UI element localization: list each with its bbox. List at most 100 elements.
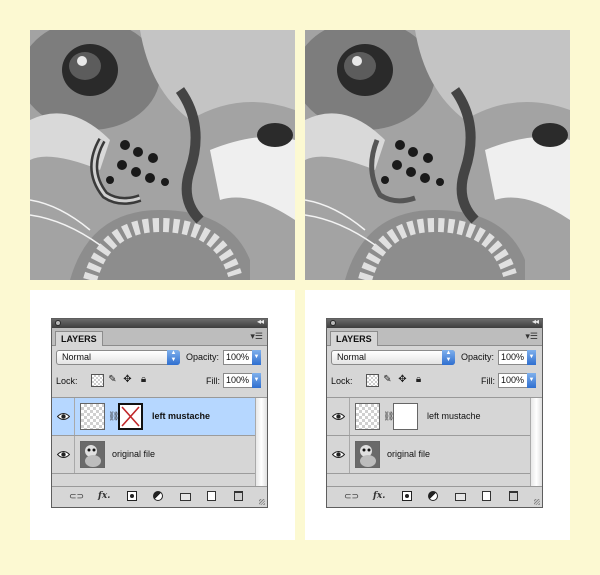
- trash-icon[interactable]: [509, 491, 518, 501]
- fill-label: Fill:: [481, 376, 495, 386]
- tab-layers[interactable]: LAYERS: [330, 331, 378, 346]
- eye-icon: [332, 413, 345, 420]
- scrollbar[interactable]: [255, 398, 267, 486]
- fill-value: 100%: [226, 375, 250, 385]
- collapse-icon[interactable]: ◂◂: [532, 317, 539, 326]
- photo-thumbnail-icon: [81, 442, 104, 467]
- eye-icon: [332, 451, 345, 458]
- scrollbar[interactable]: [530, 398, 542, 486]
- layers-panel-card-right: ◂◂ LAYERS ▾☰ Normal ▲ ▼ Opacity: 100% ▼ L…: [305, 290, 570, 540]
- lock-transparency-icon[interactable]: [91, 374, 104, 387]
- opacity-field[interactable]: 100% ▼: [223, 350, 261, 365]
- photo-thumbnail-icon: [356, 442, 379, 467]
- resize-grip-icon[interactable]: [259, 499, 265, 505]
- layer-name[interactable]: original file: [387, 449, 430, 459]
- layer-mask-thumbnail[interactable]: [118, 403, 143, 430]
- fx-icon[interactable]: fx.: [98, 491, 110, 502]
- opacity-field[interactable]: 100% ▼: [498, 350, 536, 365]
- panel-titlebar: ◂◂: [52, 317, 267, 328]
- layer-name[interactable]: original file: [112, 449, 155, 459]
- fx-icon[interactable]: fx.: [373, 491, 385, 502]
- opacity-label: Opacity:: [461, 352, 495, 362]
- layer-thumbnail[interactable]: [80, 403, 105, 430]
- panel-menu-icon[interactable]: ▾☰: [250, 331, 263, 342]
- layer-thumbnail[interactable]: [80, 441, 105, 468]
- panel-menu-icon[interactable]: ▾☰: [525, 331, 538, 342]
- eye-icon: [57, 451, 70, 458]
- collapse-icon[interactable]: ◂◂: [257, 317, 264, 326]
- select-arrows-icon: ▲ ▼: [442, 350, 455, 365]
- folder-icon[interactable]: [180, 493, 191, 501]
- link-icon[interactable]: ⊂⊃: [69, 491, 84, 502]
- blend-mode-select[interactable]: Normal ▲ ▼: [331, 350, 455, 365]
- lock-label: Lock:: [56, 376, 78, 386]
- panel-titlebar: ◂◂: [327, 317, 542, 328]
- layer-name[interactable]: left mustache: [152, 411, 210, 421]
- trash-icon[interactable]: [234, 491, 243, 501]
- panel-bottom-bar: ⊂⊃ fx.: [52, 486, 267, 507]
- dropdown-arrow-icon[interactable]: ▼: [527, 350, 536, 365]
- dropdown-arrow-icon[interactable]: ▼: [527, 373, 536, 388]
- layer-list: ⛓ left mustache original file: [327, 397, 542, 486]
- eye-icon: [57, 413, 70, 420]
- layer-row-original-file[interactable]: original file: [52, 436, 255, 474]
- panel-bottom-bar: ⊂⊃ fx.: [327, 486, 542, 507]
- adjustment-icon[interactable]: [153, 491, 163, 501]
- lock-row: Lock: ✎ ✥ 🔒︎ Fill: 100% ▼: [331, 373, 538, 390]
- dropdown-arrow-icon[interactable]: ▼: [252, 373, 261, 388]
- tab-layers[interactable]: LAYERS: [55, 331, 103, 346]
- adjustment-icon[interactable]: [428, 491, 438, 501]
- fill-field[interactable]: 100% ▼: [498, 373, 536, 388]
- layer-thumbnail[interactable]: [355, 441, 380, 468]
- layers-panel-card-left: ◂◂ LAYERS ▾☰ Normal ▲ ▼ Opacity: 100% ▼ L…: [30, 290, 295, 540]
- new-layer-icon[interactable]: [482, 491, 491, 501]
- folder-icon[interactable]: [455, 493, 466, 501]
- lock-label: Lock:: [331, 376, 353, 386]
- opacity-label: Opacity:: [186, 352, 220, 362]
- lock-move-icon[interactable]: ✥: [121, 374, 134, 387]
- visibility-toggle[interactable]: [52, 436, 75, 473]
- lock-paint-brush-icon[interactable]: ✎: [106, 374, 119, 387]
- opacity-value: 100%: [226, 352, 250, 362]
- visibility-toggle[interactable]: [52, 398, 75, 435]
- canvas-image-left: [30, 30, 295, 280]
- layer-name[interactable]: left mustache: [427, 411, 481, 421]
- select-arrows-icon: ▲ ▼: [167, 350, 180, 365]
- layer-mask-thumbnail[interactable]: [393, 403, 418, 430]
- lock-row: Lock: ✎ ✥ 🔒︎ Fill: 100% ▼: [56, 373, 263, 390]
- panel-tab-row: LAYERS ▾☰: [52, 328, 267, 346]
- mask-disabled-cross-icon: [121, 406, 140, 427]
- visibility-toggle[interactable]: [327, 436, 350, 473]
- link-icon[interactable]: ⊂⊃: [344, 491, 359, 502]
- blend-row: Normal ▲ ▼ Opacity: 100% ▼: [331, 350, 538, 367]
- panel-tab-row: LAYERS ▾☰: [327, 328, 542, 346]
- layer-row-left-mustache[interactable]: ⛓ left mustache: [327, 398, 530, 436]
- layers-panel: ◂◂ LAYERS ▾☰ Normal ▲ ▼ Opacity: 100% ▼ L…: [51, 317, 268, 508]
- resize-grip-icon[interactable]: [534, 499, 540, 505]
- opacity-value: 100%: [501, 352, 525, 362]
- mask-icon[interactable]: [402, 491, 412, 501]
- close-icon[interactable]: [55, 320, 61, 326]
- canvas-image-right: [305, 30, 570, 280]
- fill-field[interactable]: 100% ▼: [223, 373, 261, 388]
- blend-mode-select[interactable]: Normal ▲ ▼: [56, 350, 180, 365]
- new-layer-icon[interactable]: [207, 491, 216, 501]
- lock-all-icon[interactable]: 🔒︎: [412, 374, 425, 387]
- layer-row-left-mustache[interactable]: ⛓ left mustache: [52, 398, 255, 436]
- lock-transparency-icon[interactable]: [366, 374, 379, 387]
- visibility-toggle[interactable]: [327, 398, 350, 435]
- mask-icon[interactable]: [127, 491, 137, 501]
- lock-move-icon[interactable]: ✥: [396, 374, 409, 387]
- layer-row-original-file[interactable]: original file: [327, 436, 530, 474]
- blend-mode-value: Normal: [62, 352, 92, 362]
- lock-all-icon[interactable]: 🔒︎: [137, 374, 150, 387]
- fill-value: 100%: [501, 375, 525, 385]
- layer-thumbnail[interactable]: [355, 403, 380, 430]
- blend-row: Normal ▲ ▼ Opacity: 100% ▼: [56, 350, 263, 367]
- dropdown-arrow-icon[interactable]: ▼: [252, 350, 261, 365]
- layer-list: ⛓ left mustache original file: [52, 397, 267, 486]
- layers-panel: ◂◂ LAYERS ▾☰ Normal ▲ ▼ Opacity: 100% ▼ L…: [326, 317, 543, 508]
- fill-label: Fill:: [206, 376, 220, 386]
- lock-paint-brush-icon[interactable]: ✎: [381, 374, 394, 387]
- close-icon[interactable]: [330, 320, 336, 326]
